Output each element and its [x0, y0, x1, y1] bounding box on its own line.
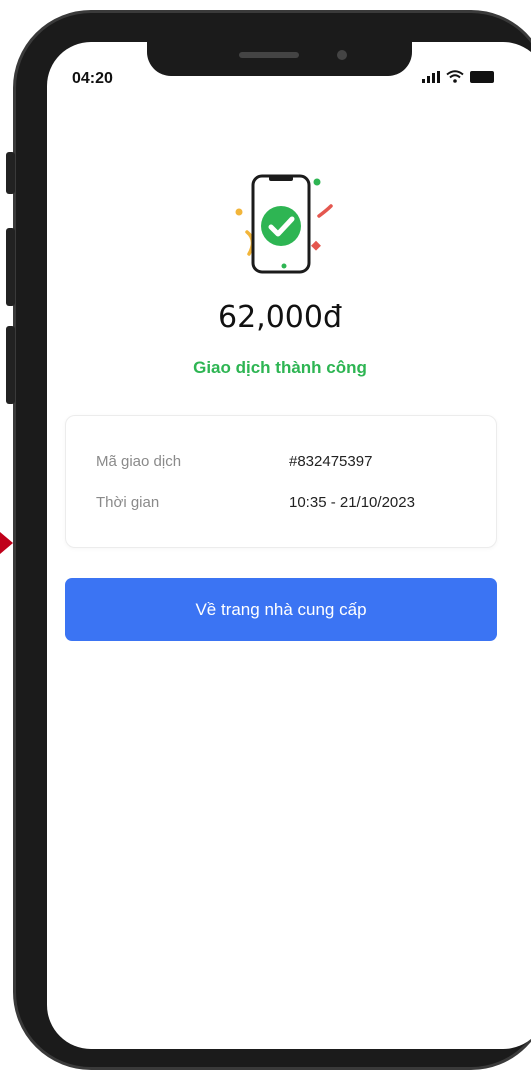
- signal-icon: [422, 70, 440, 83]
- speaker: [239, 52, 299, 58]
- status-icons: [422, 70, 496, 83]
- transaction-amount: 62,000đ: [217, 300, 342, 335]
- side-button-volume-down: [6, 326, 15, 404]
- transaction-status: Giao dịch thành công: [193, 358, 367, 377]
- success-phone-icon: [235, 174, 333, 274]
- front-camera: [337, 50, 347, 60]
- wifi-icon: [446, 70, 464, 83]
- checkmark-icon: [261, 206, 301, 246]
- side-button-silent: [6, 152, 15, 194]
- detail-value: 10:35 - 21/10/2023: [289, 494, 415, 511]
- detail-label: Thời gian: [96, 494, 160, 511]
- notch: [147, 42, 412, 76]
- detail-value: #832475397: [289, 453, 373, 470]
- side-button-volume-up: [6, 228, 15, 306]
- transaction-details-card: Mã giao dịch #832475397 Thời gian 10:35 …: [65, 415, 497, 548]
- status-time: 04:20: [72, 70, 113, 87]
- battery-icon: [470, 70, 494, 83]
- return-to-provider-button[interactable]: Về trang nhà cung cấp: [65, 578, 497, 641]
- detail-label: Mã giao dịch: [96, 453, 182, 470]
- phone-screen: 04:20 62,000đ Giao dịch thành công Mã gi…: [47, 42, 531, 1049]
- pointer-arrow-icon: [0, 532, 13, 554]
